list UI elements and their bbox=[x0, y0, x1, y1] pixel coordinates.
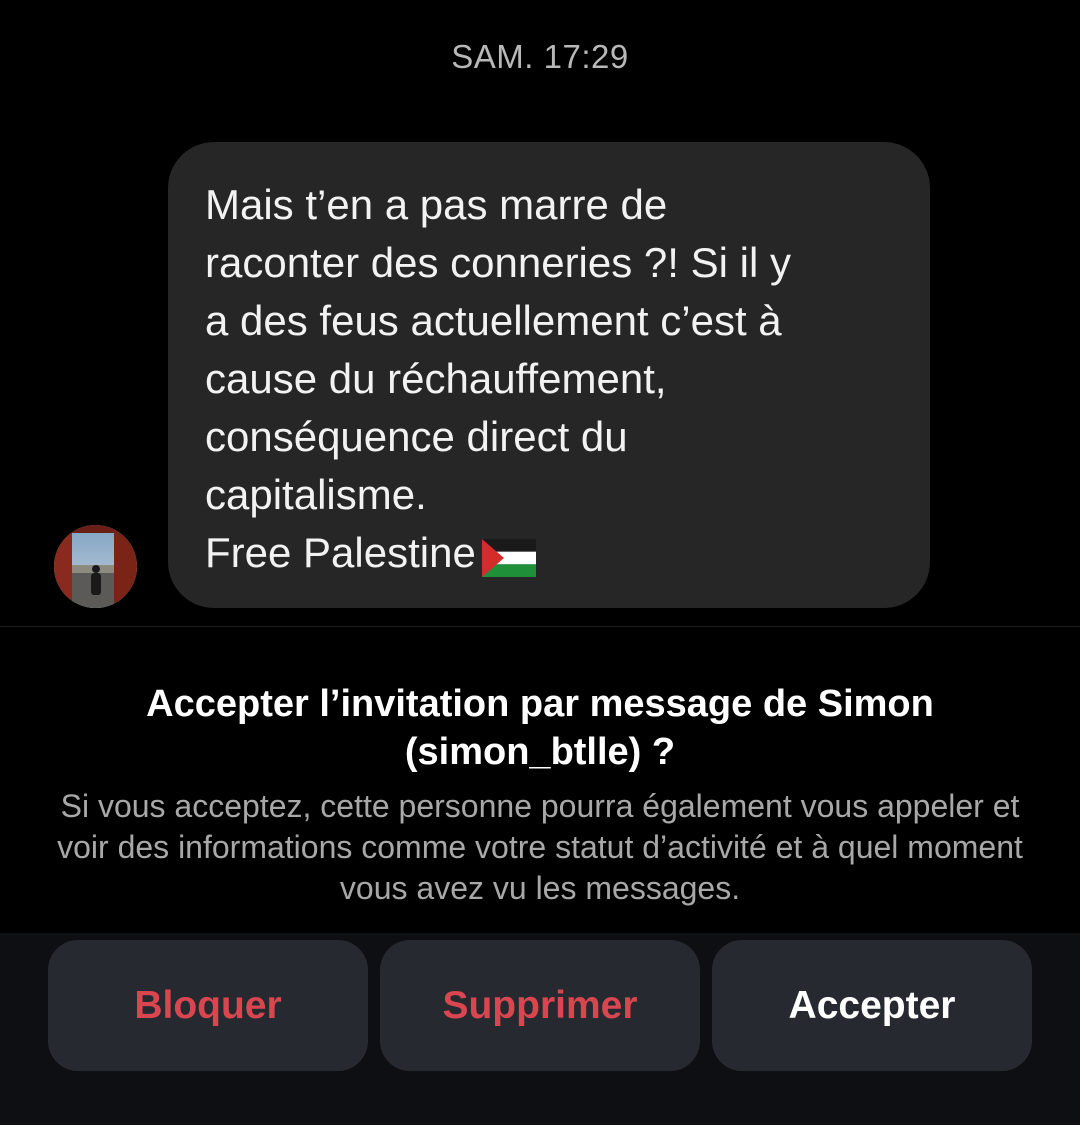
invitation-description: Si vous acceptez, cette personne pourra … bbox=[57, 788, 1023, 906]
sender-avatar[interactable] bbox=[54, 525, 137, 608]
accept-button[interactable]: Accepter bbox=[712, 940, 1032, 1071]
message-bubble[interactable]: Mais t’en a pas marre de raconter des co… bbox=[168, 142, 930, 608]
palestine-flag-icon bbox=[481, 534, 536, 577]
message-timestamp: SAM. 17:29 bbox=[451, 38, 629, 75]
invitation-title: Accepter l’invitation par message de Sim… bbox=[146, 683, 934, 773]
divider bbox=[0, 626, 1080, 627]
block-button[interactable]: Bloquer bbox=[48, 940, 368, 1071]
message-text: Mais t’en a pas marre de raconter des co… bbox=[205, 176, 896, 582]
delete-button[interactable]: Supprimer bbox=[380, 940, 700, 1071]
message-body: Mais t’en a pas marre de raconter des co… bbox=[205, 181, 791, 576]
